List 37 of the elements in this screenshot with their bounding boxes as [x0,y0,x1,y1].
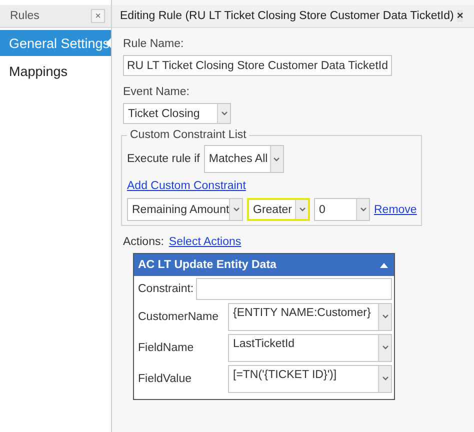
editor-title: Editing Rule (RU LT Ticket Closing Store Customer Data TicketId) [120,10,454,22]
field-label: FieldName [138,342,195,354]
field-label: CustomerName [138,310,220,322]
dropdown[interactable]: 0 [314,198,370,221]
sidebar-item[interactable]: Mappings [0,58,111,84]
input-field[interactable] [196,278,392,300]
close-button[interactable]: × [456,10,464,22]
dropdown[interactable]: LastTicketId [228,334,392,362]
chevron-down-icon [382,345,388,350]
chevron-down-icon [220,111,228,116]
remove-link[interactable]: Remove [374,204,417,216]
input-field[interactable]: RU LT Ticket Closing Store Customer Data TicketId [123,55,392,76]
dropdown[interactable]: {ENTITY NAME:Customer} [228,302,392,330]
select-actions-link[interactable]: Select Actions [168,236,242,248]
field-label: Actions: [123,236,164,248]
close-button[interactable]: × [91,9,105,23]
field-label: FieldValue [138,372,192,384]
dropdown[interactable]: Matches All [204,145,284,173]
collapse-icon[interactable] [380,262,388,268]
dropdown[interactable]: Greater [247,198,310,221]
dropdown[interactable]: Remaining Amount [127,198,243,221]
dropdown[interactable]: [=TN('{TICKET ID}')] [228,364,392,392]
panel-title: AC LT Update Entity Data [138,259,276,271]
dropdown[interactable]: Ticket Closing [123,103,231,124]
field-label: Rule Name: [123,38,185,50]
field-label: Execute rule if [127,153,200,165]
panel-title: Rules [10,10,40,22]
chevron-down-icon [382,376,388,381]
group-title: Custom Constraint List [129,129,248,141]
field-label: Constraint: [138,282,194,294]
chevron-down-icon [232,207,240,212]
add-constraint-link[interactable]: Add Custom Constraint [127,180,246,192]
field-label: Event Name: [123,86,190,98]
chevron-down-icon [360,207,366,212]
chevron-down-icon [382,314,388,319]
chevron-down-icon [273,156,280,162]
chevron-down-icon [298,207,306,212]
